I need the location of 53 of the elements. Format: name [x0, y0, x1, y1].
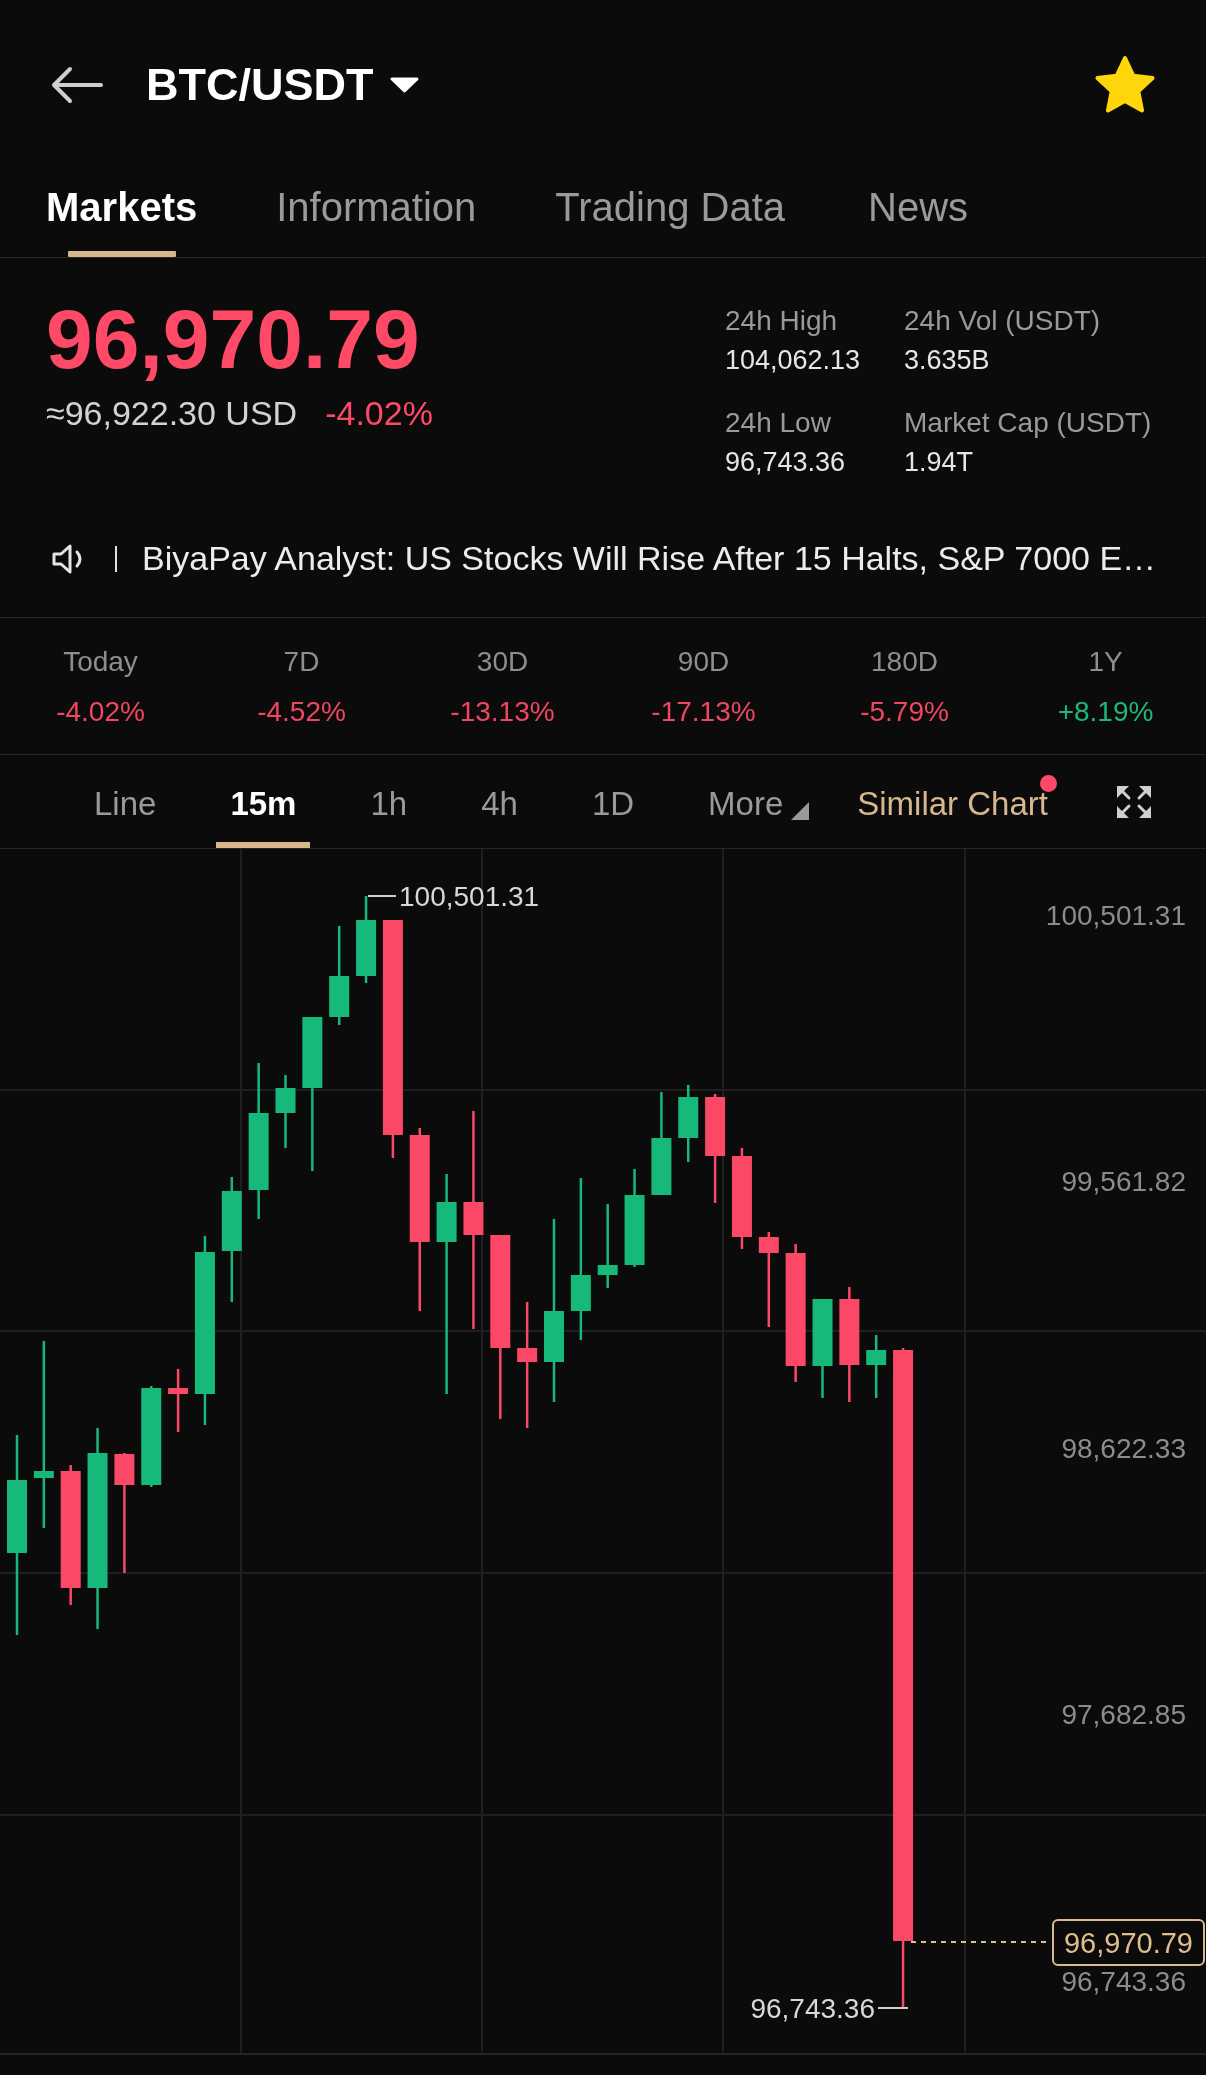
- stat-label: 24h Vol (USDT): [904, 307, 1101, 335]
- period-label: Today: [63, 648, 138, 676]
- period-change: -5.79%: [860, 698, 949, 726]
- stat-value: 1.94T: [904, 449, 974, 476]
- period-change: +8.19%: [1057, 698, 1154, 726]
- interval-tab[interactable]: 15m: [216, 755, 311, 848]
- stat-value: 96,743.36: [725, 449, 846, 476]
- leader-line: [877, 2007, 909, 2009]
- interval-tab[interactable]: 1h: [356, 755, 422, 848]
- stat-label: 24h Low: [725, 409, 831, 437]
- tab[interactable]: Information: [276, 170, 477, 257]
- star-icon[interactable]: [1094, 55, 1156, 115]
- stat-value: 104,062.13: [725, 347, 861, 374]
- stat-label: Market Cap (USDT): [904, 409, 1152, 437]
- price-axis-label: 97,682.85: [1061, 1699, 1186, 1730]
- similar-chart-button[interactable]: Similar Chart: [857, 755, 1057, 848]
- last-price: 96,970.79: [46, 297, 420, 381]
- low-price-label: 96,743.36: [750, 1992, 875, 2024]
- pair-selector[interactable]: BTC/USDT: [146, 60, 420, 110]
- candlestick: [168, 1369, 189, 1432]
- period-change: -13.13%: [450, 698, 555, 726]
- back-arrow-icon[interactable]: [51, 66, 103, 104]
- price-axis-label: 99,561.82: [1061, 1166, 1186, 1197]
- tab[interactable]: Markets: [46, 170, 198, 257]
- price-change: -4.02%: [325, 396, 433, 430]
- news-headline[interactable]: BiyaPay Analyst: US Stocks Will Rise After 15 Halts, S&P 7000 E…: [142, 538, 1157, 579]
- candlestick: [866, 1335, 887, 1398]
- period-label: 1Y: [1088, 648, 1123, 676]
- fullscreen-icon[interactable]: [1116, 784, 1152, 819]
- interval-tab[interactable]: Line: [80, 755, 171, 848]
- period-label: 7D: [283, 648, 320, 676]
- stat-label: 24h High: [725, 307, 838, 335]
- price-axis-label: 100,501.31: [1045, 899, 1186, 931]
- caret-down-icon: [390, 77, 420, 93]
- leader-line: [367, 895, 397, 897]
- last-price-tag: 96,970.79: [1052, 1919, 1205, 1966]
- stat-value: 3.635B: [904, 347, 990, 374]
- price-axis-label: 98,622.33: [1061, 1432, 1186, 1464]
- high-price-label: 100,501.31: [399, 880, 540, 912]
- period-label: 180D: [871, 648, 938, 676]
- period-change: -17.13%: [651, 698, 756, 726]
- interval-tab[interactable]: 4h: [467, 755, 532, 848]
- tab[interactable]: Trading Data: [555, 170, 786, 257]
- converted-price: ≈96,922.30 USD: [46, 396, 298, 430]
- period-label: 30D: [476, 648, 529, 676]
- tab[interactable]: News: [864, 170, 973, 257]
- period-label: 90D: [677, 648, 730, 676]
- price-axis-label: 96,743.36: [1061, 1965, 1186, 1997]
- interval-tab[interactable]: 1D: [577, 755, 649, 848]
- period-change: -4.02%: [56, 698, 145, 726]
- period-change: -4.52%: [257, 698, 346, 726]
- triangle-icon: [791, 802, 810, 820]
- interval-tab[interactable]: More: [694, 755, 824, 848]
